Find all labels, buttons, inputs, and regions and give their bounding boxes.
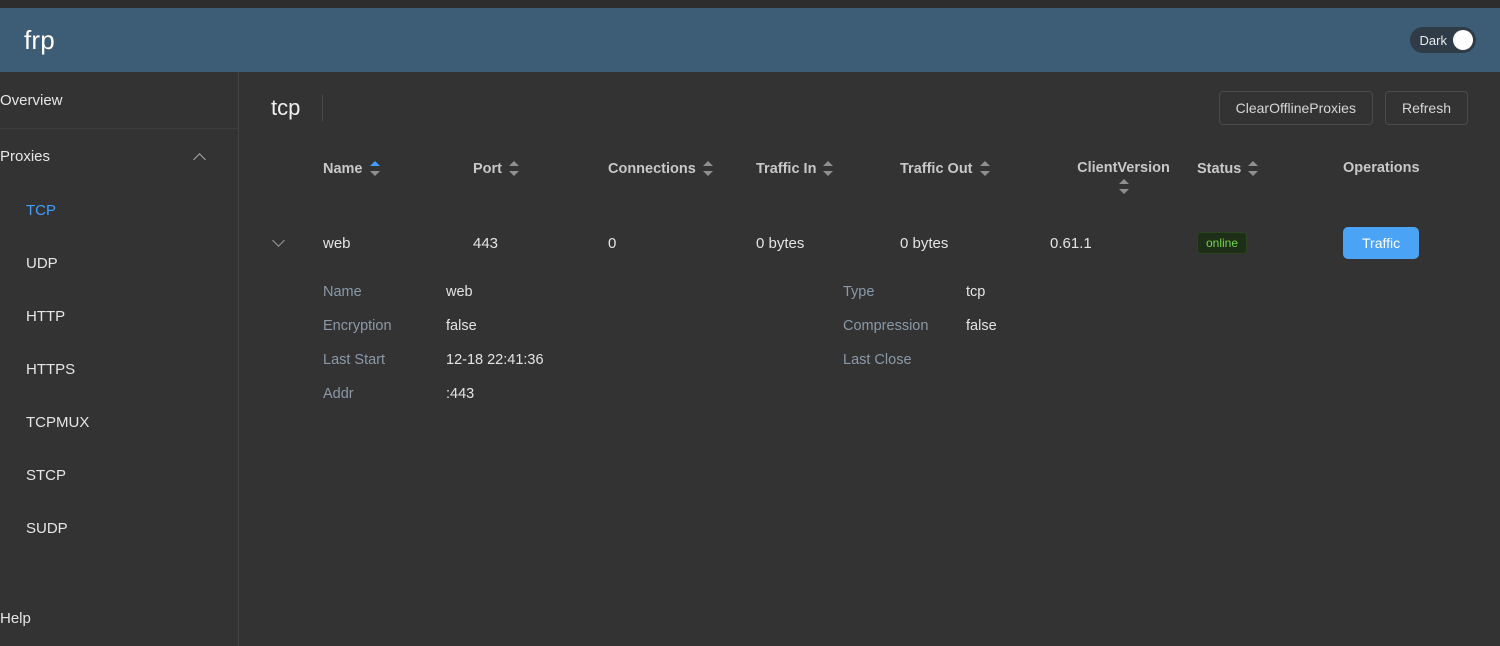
column-header-status[interactable]: Status xyxy=(1197,150,1343,209)
sidebar-item-https[interactable]: HTTPS xyxy=(0,343,238,396)
column-header-client-version-label: ClientVersion xyxy=(1077,160,1170,176)
sidebar-item-stcp[interactable]: STCP xyxy=(0,449,238,502)
cell-traffic-out: 0 bytes xyxy=(900,234,949,252)
column-header-traffic-in[interactable]: Traffic In xyxy=(756,150,900,209)
detail-value-name: web xyxy=(446,284,473,300)
chevron-down-icon[interactable] xyxy=(271,233,287,249)
row-detail-panel: Name web Encryption false Last Start 12-… xyxy=(271,281,1468,405)
column-header-operations: Operations xyxy=(1343,150,1468,209)
app-header: frp Dark xyxy=(0,8,1500,72)
detail-label-name: Name xyxy=(323,284,362,300)
row-detail-right-column: Type tcp Compression false Last Close xyxy=(843,281,997,405)
app-body: Overview Proxies TCP UDP HTTP HTTPS TCPM… xyxy=(0,72,1500,646)
sidebar-item-overview-label: Overview xyxy=(0,91,63,109)
window-top-strip xyxy=(0,0,1500,8)
row-expander-cell[interactable] xyxy=(271,209,323,277)
sidebar-item-help-label: Help xyxy=(0,609,31,627)
sort-icon-client-version[interactable] xyxy=(1118,178,1129,195)
column-header-port-label: Port xyxy=(473,160,502,177)
detail-label-type: Type xyxy=(843,284,875,300)
page-title: tcp xyxy=(271,95,301,120)
column-header-status-label: Status xyxy=(1197,160,1242,177)
sidebar-item-sudp-label: SUDP xyxy=(26,520,68,537)
sidebar-item-https-label: HTTPS xyxy=(26,361,76,378)
sort-icon-connections[interactable] xyxy=(702,160,713,177)
proxies-table: Name Port Connections Traffic In Traffic… xyxy=(271,150,1468,277)
detail-label-last-start: Last Start xyxy=(323,352,386,368)
cell-name: web xyxy=(323,234,351,252)
sidebar-item-stcp-label: STCP xyxy=(26,467,67,484)
table-head: Name Port Connections Traffic In Traffic… xyxy=(271,150,1468,209)
proxies-table-wrapper: Name Port Connections Traffic In Traffic… xyxy=(239,150,1500,405)
content-header: tcp ClearOfflineProxies Refresh xyxy=(239,80,1500,136)
detail-label-addr: Addr xyxy=(323,386,354,402)
detail-label-last-close: Last Close xyxy=(843,352,912,368)
column-header-port[interactable]: Port xyxy=(473,150,608,209)
detail-value-last-start: 12-18 22:41:36 xyxy=(446,352,544,368)
cell-operations: Traffic xyxy=(1343,209,1468,277)
column-header-connections-label: Connections xyxy=(608,160,696,177)
status-badge: online xyxy=(1197,231,1248,255)
sort-icon-port[interactable] xyxy=(509,160,519,177)
table-header-row: Name Port Connections Traffic In Traffic… xyxy=(271,150,1468,209)
title-divider xyxy=(322,95,324,121)
column-header-operations-label: Operations xyxy=(1343,160,1420,176)
column-header-name-label: Name xyxy=(323,160,363,177)
detail-label-encryption: Encryption xyxy=(323,318,392,334)
table-row[interactable]: web 443 0 0 bytes 0 bytes 0.61.1 online … xyxy=(271,209,1468,277)
sidebar-item-tcpmux[interactable]: TCPMUX xyxy=(0,396,238,449)
sidebar-group-proxies-label: Proxies xyxy=(0,148,51,165)
traffic-button[interactable]: Traffic xyxy=(1343,227,1420,259)
sidebar-item-http[interactable]: HTTP xyxy=(0,290,238,343)
detail-label-compression: Compression xyxy=(843,318,929,334)
sidebar-item-help[interactable]: Help xyxy=(0,590,238,646)
app-brand: frp xyxy=(24,24,55,55)
cell-port: 443 xyxy=(473,234,499,252)
column-header-name[interactable]: Name xyxy=(323,150,473,209)
row-detail-left-column: Name web Encryption false Last Start 12-… xyxy=(323,281,843,405)
clear-offline-proxies-button[interactable]: ClearOfflineProxies xyxy=(1218,91,1373,125)
chevron-up-icon xyxy=(194,150,208,164)
sidebar-item-tcpmux-label: TCPMUX xyxy=(26,414,90,431)
sidebar-item-http-label: HTTP xyxy=(26,308,66,325)
sidebar-item-udp-label: UDP xyxy=(26,255,58,272)
toggle-knob-icon xyxy=(1453,30,1473,50)
sidebar-item-overview[interactable]: Overview xyxy=(0,72,238,128)
dark-mode-toggle-label: Dark xyxy=(1419,32,1447,48)
column-header-connections[interactable]: Connections xyxy=(608,150,756,209)
column-header-traffic-in-label: Traffic In xyxy=(756,160,817,177)
sidebar-item-tcp[interactable]: TCP xyxy=(0,184,238,237)
content-header-actions: ClearOfflineProxies Refresh xyxy=(1218,91,1468,125)
column-header-traffic-out-label: Traffic Out xyxy=(900,160,973,177)
column-header-client-version[interactable]: ClientVersion xyxy=(1050,150,1197,209)
refresh-button[interactable]: Refresh xyxy=(1384,91,1468,125)
cell-status: online xyxy=(1197,209,1343,277)
sidebar-item-sudp[interactable]: SUDP xyxy=(0,502,238,555)
main-content: tcp ClearOfflineProxies Refresh Name Por… xyxy=(239,72,1500,646)
detail-value-type: tcp xyxy=(966,284,986,300)
sort-icon-status[interactable] xyxy=(1248,160,1259,177)
sidebar-item-udp[interactable]: UDP xyxy=(0,237,238,290)
dark-mode-toggle[interactable]: Dark xyxy=(1409,27,1476,53)
detail-value-encryption: false xyxy=(446,318,477,334)
cell-connections: 0 xyxy=(608,234,617,252)
sort-icon-name[interactable] xyxy=(369,160,380,177)
detail-value-last-close xyxy=(966,349,997,371)
sidebar-group-proxies[interactable]: Proxies xyxy=(0,128,238,184)
column-header-traffic-out[interactable]: Traffic Out xyxy=(900,150,1050,209)
detail-value-addr: :443 xyxy=(446,386,475,402)
cell-client-version: 0.61.1 xyxy=(1050,234,1092,252)
sidebar-item-tcp-label: TCP xyxy=(26,202,56,219)
column-header-expander xyxy=(271,150,323,209)
sidebar: Overview Proxies TCP UDP HTTP HTTPS TCPM… xyxy=(0,72,239,646)
cell-traffic-in: 0 bytes xyxy=(756,234,805,252)
sort-icon-traffic-in[interactable] xyxy=(823,160,834,177)
header-right-group: Dark xyxy=(1409,27,1476,53)
table-body: web 443 0 0 bytes 0 bytes 0.61.1 online … xyxy=(271,209,1468,277)
sort-icon-traffic-out[interactable] xyxy=(979,160,990,177)
detail-value-compression: false xyxy=(966,318,997,334)
